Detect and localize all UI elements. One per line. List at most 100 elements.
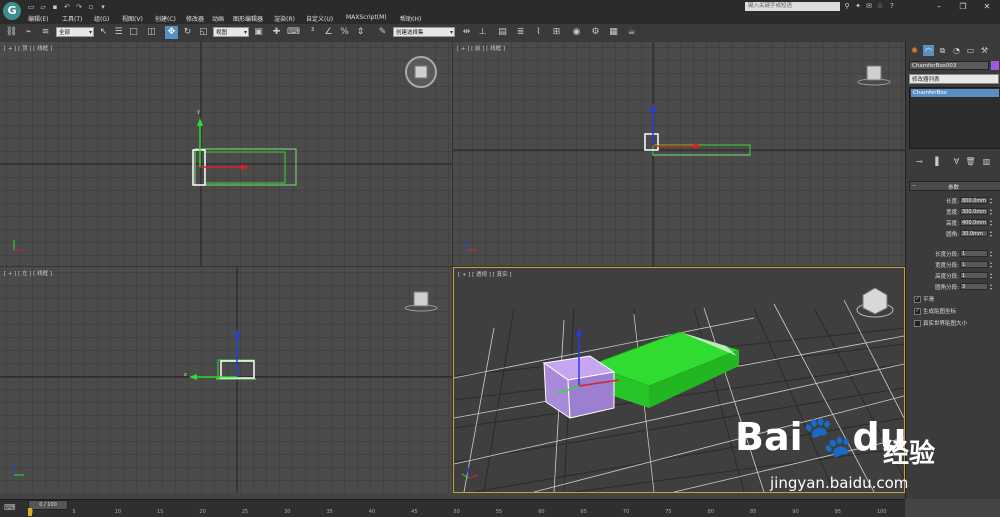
segment-spinner[interactable]: 1 <box>960 272 988 279</box>
curve-editor-icon[interactable]: ⌇ <box>532 26 545 39</box>
parameter-spinner[interactable]: 800.0mm <box>960 197 988 204</box>
utilities-tab-icon[interactable]: ⚒ <box>979 45 990 56</box>
segment-spinner[interactable]: 3 <box>960 283 988 290</box>
option-checkbox[interactable]: ✓ <box>914 308 921 315</box>
spinner-arrows-icon[interactable]: ▴ ▾ <box>989 230 993 238</box>
named-selection-dropdown[interactable]: 创建选择集 <box>393 27 455 38</box>
viewport-label[interactable]: [ + ] [ 透视 ] [ 真实 ] <box>458 270 511 278</box>
modifier-list-dropdown[interactable]: 修改器列表 <box>909 74 999 84</box>
material-editor-icon[interactable]: ◉ <box>570 26 583 39</box>
maximize-button[interactable]: ❐ <box>954 1 972 12</box>
window-crossing-icon[interactable]: ◫ <box>145 26 158 39</box>
viewcube[interactable] <box>866 65 882 81</box>
menu-customize[interactable]: 自定义(U) <box>306 14 333 23</box>
select-and-rotate-icon[interactable]: ↻ <box>181 26 194 39</box>
project-icon[interactable]: ▫ <box>86 3 96 11</box>
binoculars-icon[interactable]: ⚲ <box>843 2 851 11</box>
link-icon[interactable]: ⛓ <box>5 26 18 39</box>
save-icon[interactable]: ▪ <box>50 3 60 11</box>
stack-item[interactable]: ChamferBox <box>911 89 999 97</box>
minimize-button[interactable]: – <box>930 1 948 12</box>
select-and-move-icon[interactable]: ✥ <box>165 26 178 39</box>
render-production-icon[interactable]: ☕ <box>625 26 638 39</box>
spinner-arrows-icon[interactable]: ▴ ▾ <box>989 283 993 291</box>
redo-icon[interactable]: ↷ <box>74 3 84 11</box>
viewport-label[interactable]: [ + ] [ 左 ] [ 线框 ] <box>4 269 52 277</box>
viewcube[interactable] <box>413 291 429 307</box>
configure-modifier-sets-icon[interactable]: ▥ <box>981 156 992 167</box>
subscription-icon[interactable]: ✦ <box>854 2 862 11</box>
menu-help[interactable]: 帮助(H) <box>400 14 421 23</box>
keyboard-shortcut-icon[interactable]: ⌨ <box>287 26 300 39</box>
app-logo[interactable]: G <box>3 2 21 20</box>
menu-maxscript[interactable]: MAXScript(M) <box>346 14 387 21</box>
time-slider[interactable]: ⌨ 0 / 100 0 5 10 15 20 25 30 35 40 45 50 55 60 65 70 75… <box>0 499 905 517</box>
rendered-frame-window-icon[interactable]: ▦ <box>607 26 620 39</box>
spinner-snap-icon[interactable]: ⇕ <box>354 26 367 39</box>
viewport-left[interactable]: z [ + ] [ 左 ] [ 线框 ] <box>0 267 453 493</box>
display-tab-icon[interactable]: ▭ <box>965 45 976 56</box>
select-manipulate-icon[interactable]: ✚ <box>270 26 283 39</box>
menu-graph-editors[interactable]: 图形编辑器 <box>233 14 263 23</box>
spinner-arrows-icon[interactable]: ▴ ▾ <box>989 250 993 258</box>
parameter-spinner[interactable]: 30.0mm <box>960 230 988 237</box>
spinner-arrows-icon[interactable]: ▴ ▾ <box>989 197 993 205</box>
angle-snap-icon[interactable]: ∠ <box>322 26 335 39</box>
pivot-center-icon[interactable]: ▣ <box>252 26 265 39</box>
pin-stack-icon[interactable]: ⊸ <box>914 156 925 167</box>
selection-filter-dropdown[interactable]: 全部 <box>56 27 94 38</box>
viewport-top[interactable]: y [ + ] [ 顶 ] [ 线框 ] <box>0 42 453 267</box>
schematic-view-icon[interactable]: ⊞ <box>550 26 563 39</box>
render-setup-icon[interactable]: ⚙ <box>589 26 602 39</box>
menu-group[interactable]: 组(G) <box>94 14 109 23</box>
option-checkbox[interactable]: ✓ <box>914 296 921 303</box>
menu-animation[interactable]: 动画 <box>212 14 224 23</box>
motion-tab-icon[interactable]: ◔ <box>951 45 962 56</box>
close-button[interactable]: ✕ <box>978 1 996 12</box>
object-name-field[interactable]: ChamferBox003 <box>909 61 989 70</box>
toggle-layer-explorer-icon[interactable]: ≣ <box>514 26 527 39</box>
spinner-arrows-icon[interactable]: ▴ ▾ <box>989 219 993 227</box>
viewport-label[interactable]: [ + ] [ 顶 ] [ 线框 ] <box>4 44 52 52</box>
segment-spinner[interactable]: 1 <box>960 261 988 268</box>
reference-coordinate-dropdown[interactable]: 视图 <box>213 27 249 38</box>
favorites-icon[interactable]: ☆ <box>876 2 884 11</box>
viewport-front[interactable]: [ + ] [ 前 ] [ 线框 ] <box>453 42 905 267</box>
align-icon[interactable]: ⊥ <box>476 26 489 39</box>
edit-named-selection-icon[interactable]: ✎ <box>376 26 389 39</box>
menu-edit[interactable]: 编辑(E) <box>28 14 48 23</box>
select-and-scale-icon[interactable]: ◱ <box>197 26 210 39</box>
select-object-icon[interactable]: ↖ <box>97 26 110 39</box>
make-unique-icon[interactable]: ∀ <box>951 156 962 167</box>
snaps-toggle-icon[interactable]: ³ <box>306 26 319 39</box>
menu-modifiers[interactable]: 修改器 <box>186 14 204 23</box>
object-color-swatch[interactable] <box>991 61 999 70</box>
spinner-arrows-icon[interactable]: ▴ ▾ <box>989 272 993 280</box>
viewport-label[interactable]: [ + ] [ 前 ] [ 线框 ] <box>457 44 505 52</box>
viewcube[interactable] <box>862 287 888 315</box>
spinner-arrows-icon[interactable]: ▴ ▾ <box>989 261 993 269</box>
show-end-result-icon[interactable]: ▌ <box>933 156 944 167</box>
menu-create[interactable]: 创建(C) <box>155 14 176 23</box>
segment-spinner[interactable]: 1 <box>960 250 988 257</box>
open-file-icon[interactable]: ▱ <box>38 3 48 11</box>
option-checkbox[interactable] <box>914 320 921 327</box>
mirror-icon[interactable]: ⇹ <box>460 26 473 39</box>
hierarchy-tab-icon[interactable]: ⧉ <box>937 45 948 56</box>
bind-space-warp-icon[interactable]: ≋ <box>39 26 52 39</box>
new-file-icon[interactable]: ▭ <box>26 3 36 11</box>
quick-access-dropdown-icon[interactable]: ▾ <box>98 3 108 11</box>
spinner-arrows-icon[interactable]: ▴ ▾ <box>989 208 993 216</box>
toggle-scene-explorer-icon[interactable]: ▤ <box>496 26 509 39</box>
select-by-name-icon[interactable]: ☰ <box>112 26 125 39</box>
undo-icon[interactable]: ↶ <box>62 3 72 11</box>
remove-modifier-icon[interactable]: 🗑 <box>965 156 976 167</box>
menu-rendering[interactable]: 渲染(R) <box>274 14 295 23</box>
unlink-icon[interactable]: ⌁ <box>22 26 35 39</box>
parameter-spinner[interactable]: 300.0mm <box>960 208 988 215</box>
mini-curve-editor-icon[interactable]: ⌨ <box>4 503 16 512</box>
create-tab-icon[interactable]: ✺ <box>909 45 920 56</box>
frame-counter[interactable]: 0 / 100 <box>28 500 68 510</box>
modify-tab-icon[interactable]: ◠ <box>923 45 934 56</box>
help-icon[interactable]: ? <box>888 2 896 11</box>
